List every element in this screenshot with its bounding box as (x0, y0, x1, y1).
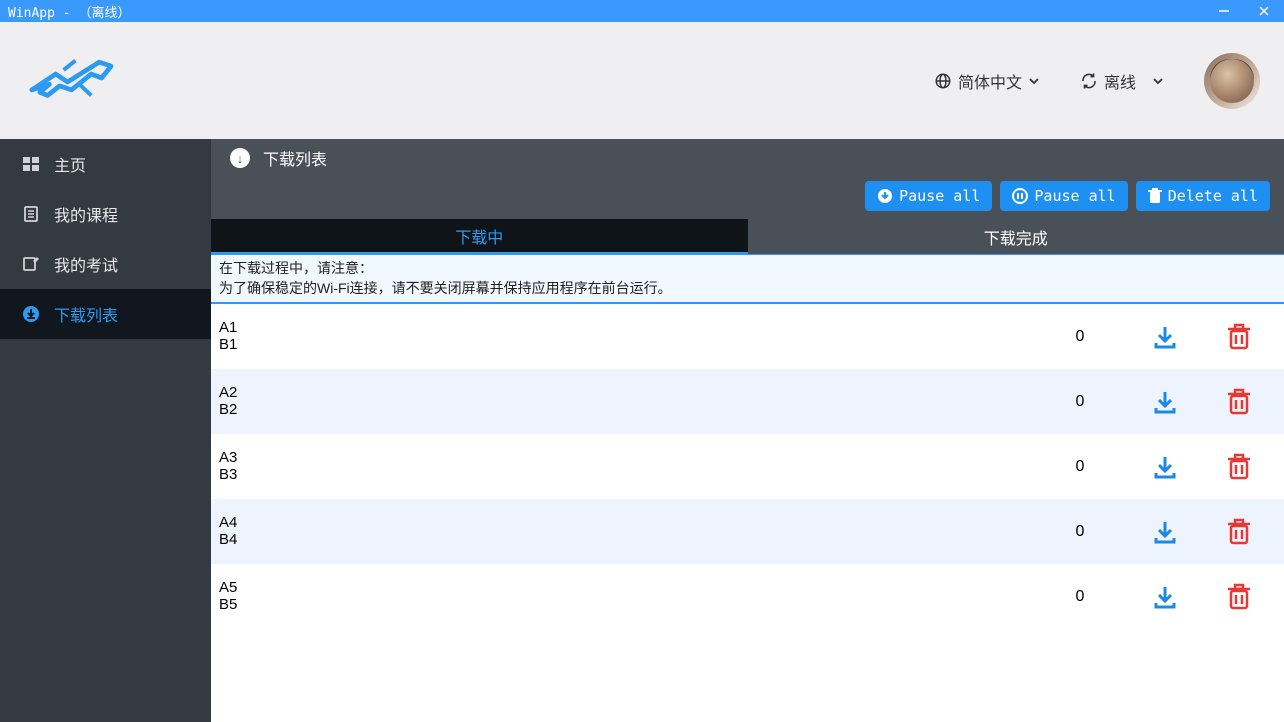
trash-icon (1226, 388, 1252, 416)
button-label: Delete all (1168, 187, 1258, 205)
tab-label: 下载中 (455, 224, 503, 248)
download-count: 0 (1050, 328, 1110, 346)
delete-button[interactable] (1224, 517, 1254, 547)
download-circle-icon (22, 305, 40, 323)
tabs: 下载中 下载完成 (211, 219, 1284, 254)
pause-icon (1012, 188, 1028, 204)
download-item-name: A5 B5 (219, 580, 1050, 613)
globe-icon (934, 72, 952, 90)
tab-label: 下载完成 (984, 225, 1048, 249)
main-content: ↓ 下载列表 Pause all Pause all Delete all 下载… (211, 139, 1284, 722)
download-count: 0 (1050, 523, 1110, 541)
download-icon (1151, 388, 1179, 416)
sidebar-item-label: 下载列表 (54, 302, 118, 326)
download-row: A4 B4 0 (211, 499, 1284, 564)
edit-icon (22, 255, 40, 273)
download-button[interactable] (1150, 387, 1180, 417)
tab-completed[interactable]: 下载完成 (748, 219, 1284, 254)
download-item-name: A2 B2 (219, 385, 1050, 418)
download-item-name: A3 B3 (219, 450, 1050, 483)
sidebar-item-label: 我的课程 (54, 202, 118, 226)
windows-icon (22, 155, 40, 173)
refresh-icon (1080, 72, 1098, 90)
trash-icon (1148, 188, 1162, 204)
trash-icon (1226, 323, 1252, 351)
download-icon (1151, 518, 1179, 546)
page-header: ↓ 下载列表 (211, 139, 1284, 177)
delete-button[interactable] (1224, 387, 1254, 417)
book-icon (22, 205, 40, 223)
sidebar: 主页 我的课程 我的考试 下载列表 (0, 139, 211, 722)
download-button[interactable] (1150, 517, 1180, 547)
download-row: A1 B1 0 (211, 304, 1284, 369)
app-logo (24, 45, 119, 116)
download-item-name: A4 B4 (219, 515, 1050, 548)
pause-all-download-button[interactable]: Pause all (865, 181, 992, 211)
trash-icon (1226, 453, 1252, 481)
download-arrow-icon (877, 188, 893, 204)
delete-button[interactable] (1224, 452, 1254, 482)
notice-line-1: 在下载过程中，请注意： (219, 259, 1276, 279)
sidebar-item-exams[interactable]: 我的考试 (0, 239, 211, 289)
download-row: A3 B3 0 (211, 434, 1284, 499)
toolbar: Pause all Pause all Delete all (211, 177, 1284, 219)
chevron-down-icon (1152, 75, 1164, 87)
sidebar-item-courses[interactable]: 我的课程 (0, 189, 211, 239)
download-icon (1151, 323, 1179, 351)
window-titlebar: WinApp - （离线） (0, 0, 1284, 22)
language-dropdown[interactable]: 简体中文 (934, 69, 1040, 93)
download-list: A1 B1 0 A2 B2 0 (211, 304, 1284, 722)
connection-label: 离线 (1104, 69, 1136, 93)
button-label: Pause all (1034, 187, 1115, 205)
close-button[interactable] (1244, 0, 1284, 22)
download-row: A2 B2 0 (211, 369, 1284, 434)
language-label: 简体中文 (958, 69, 1022, 93)
window-title: WinApp - （离线） (8, 2, 130, 21)
minimize-button[interactable] (1204, 0, 1244, 22)
sidebar-item-downloads[interactable]: 下载列表 (0, 289, 211, 339)
window-controls (1204, 0, 1284, 22)
download-count: 0 (1050, 458, 1110, 476)
chevron-down-icon (1028, 75, 1040, 87)
download-notice: 在下载过程中，请注意： 为了确保稳定的Wi-Fi连接，请不要关闭屏幕并保持应用程… (211, 254, 1284, 304)
download-button[interactable] (1150, 452, 1180, 482)
sidebar-item-label: 主页 (54, 152, 86, 176)
delete-button[interactable] (1224, 582, 1254, 612)
pause-all-button[interactable]: Pause all (1000, 181, 1127, 211)
trash-icon (1226, 583, 1252, 611)
airplane-icon (24, 45, 119, 111)
download-row: A5 B5 0 (211, 564, 1284, 629)
delete-all-button[interactable]: Delete all (1136, 181, 1270, 211)
download-circle-icon: ↓ (229, 147, 251, 169)
download-item-name: A1 B1 (219, 320, 1050, 353)
notice-line-2: 为了确保稳定的Wi-Fi连接，请不要关闭屏幕并保持应用程序在前台运行。 (219, 279, 1276, 299)
page-title: 下载列表 (263, 146, 327, 170)
download-icon (1151, 453, 1179, 481)
connection-dropdown[interactable]: 离线 (1080, 69, 1164, 93)
download-button[interactable] (1150, 582, 1180, 612)
sidebar-item-label: 我的考试 (54, 252, 118, 276)
sidebar-item-home[interactable]: 主页 (0, 139, 211, 189)
delete-button[interactable] (1224, 322, 1254, 352)
trash-icon (1226, 518, 1252, 546)
download-count: 0 (1050, 588, 1110, 606)
download-button[interactable] (1150, 322, 1180, 352)
tab-downloading[interactable]: 下载中 (211, 219, 748, 254)
download-icon (1151, 583, 1179, 611)
button-label: Pause all (899, 187, 980, 205)
download-count: 0 (1050, 393, 1110, 411)
app-header: 简体中文 离线 (0, 22, 1284, 139)
user-avatar[interactable] (1204, 53, 1260, 109)
